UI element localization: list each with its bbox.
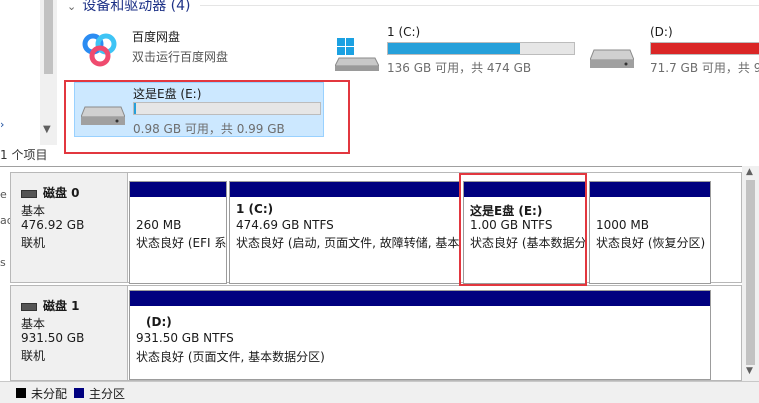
- legend-bar: 未分配 主分区: [0, 381, 759, 403]
- scroll-up-icon[interactable]: ▲: [746, 167, 753, 177]
- nav-scrollbar[interactable]: ▼: [40, 0, 57, 145]
- windows-drive-icon: [335, 38, 379, 71]
- partition-efi[interactable]: 260 MB 状态良好 (EFI 系: [129, 181, 227, 284]
- disk-status: 联机: [21, 349, 46, 363]
- drive-usage-fill: [388, 43, 521, 54]
- partition-c[interactable]: 1 (C:) 474.69 GB NTFS 状态良好 (启动, 页面文件, 故障…: [229, 181, 461, 284]
- hard-drive-icon: [590, 49, 634, 68]
- drive-c[interactable]: 1 (C:) 136 GB 可用，共 474 GB: [335, 22, 595, 77]
- nav-scrollbar-thumb[interactable]: [44, 0, 53, 74]
- partition-header: [230, 182, 460, 197]
- disk-scrollbar-thumb[interactable]: [746, 180, 755, 365]
- devices-section-header[interactable]: ⌄ 设备和驱动器 (4): [67, 0, 191, 15]
- disk-size: 476.92 GB: [21, 218, 85, 232]
- annotation-box-explorer: [64, 80, 350, 154]
- drive-baidu-netdisk[interactable]: 百度网盘 双击运行百度网盘: [80, 26, 310, 67]
- partition-size: 931.50 GB NTFS: [136, 331, 234, 345]
- drive-usage-fill: [651, 43, 759, 54]
- drive-usage-bar: [650, 42, 759, 55]
- baidu-netdisk-icon: [82, 33, 117, 67]
- partition-d[interactable]: (D:) 931.50 GB NTFS 状态良好 (页面文件, 基本数据分区): [129, 290, 711, 380]
- partition-size: 474.69 GB NTFS: [236, 218, 334, 232]
- section-title: 设备和驱动器 (4): [82, 0, 191, 14]
- scroll-down-icon[interactable]: ▼: [43, 124, 51, 135]
- side-panel-fragment: s: [0, 256, 6, 269]
- disk-title: 磁盘 1: [21, 297, 80, 314]
- legend-label-unallocated: 未分配: [31, 387, 68, 401]
- partition-status: 状态良好 (EFI 系: [136, 236, 227, 250]
- drive-name: 1 (C:): [387, 25, 421, 39]
- disk-title: 磁盘 0: [21, 184, 80, 201]
- legend-swatch-unallocated: [16, 388, 26, 398]
- disk-icon: [21, 302, 37, 311]
- legend-swatch-primary: [74, 388, 84, 398]
- partition-label: (D:): [146, 315, 172, 329]
- partition-status: 状态良好 (恢复分区): [596, 236, 706, 250]
- partition-status: 状态良好 (启动, 页面文件, 故障转储, 基本: [236, 236, 460, 250]
- scroll-down-icon[interactable]: ▼: [746, 366, 753, 376]
- annotation-box-partition: [459, 173, 587, 286]
- navigation-pane: [0, 0, 40, 166]
- partition-size: 260 MB: [136, 218, 182, 232]
- partition-label: 1 (C:): [236, 202, 274, 216]
- drive-subtitle: 136 GB 可用，共 474 GB: [387, 61, 532, 75]
- side-panel-fragment: e: [0, 188, 7, 201]
- disk-icon: [21, 189, 37, 198]
- disk-type: 基本: [21, 317, 46, 331]
- partition-size: 1000 MB: [596, 218, 649, 232]
- disk-scrollbar[interactable]: ▲ ▼: [742, 166, 759, 381]
- disk-row-0: 磁盘 0 基本 476.92 GB 联机 260 MB 状态良好 (EFI 系 …: [10, 172, 742, 284]
- item-count-status: 1 个项目: [0, 148, 48, 162]
- drive-d[interactable]: (D:) 71.7 GB 可用，共 93: [590, 22, 759, 77]
- drive-subtitle: 71.7 GB 可用，共 93: [650, 61, 759, 75]
- partition-recovery[interactable]: 1000 MB 状态良好 (恢复分区): [589, 181, 711, 284]
- partition-status: 状态良好 (页面文件, 基本数据分区): [136, 350, 325, 364]
- partition-header: [130, 182, 226, 197]
- drive-usage-bar: [387, 42, 575, 55]
- chevron-down-icon[interactable]: ⌄: [67, 0, 76, 13]
- disk-info-0[interactable]: 磁盘 0 基本 476.92 GB 联机: [11, 173, 128, 282]
- disk-row-1: 磁盘 1 基本 931.50 GB 联机 (D:) 931.50 GB NTFS…: [10, 285, 742, 381]
- disk-type: 基本: [21, 204, 46, 218]
- drive-name: 百度网盘: [132, 30, 181, 44]
- disk-size: 931.50 GB: [21, 331, 85, 345]
- disk-info-1[interactable]: 磁盘 1 基本 931.50 GB 联机: [11, 286, 128, 380]
- nav-pane-fragment: ›: [0, 118, 5, 131]
- disk-status: 联机: [21, 236, 46, 250]
- section-divider: [200, 5, 759, 6]
- drive-name: (D:): [650, 25, 673, 39]
- legend-label-primary: 主分区: [89, 387, 126, 401]
- partition-header: [130, 291, 710, 306]
- partition-header: [590, 182, 710, 197]
- drive-subtitle: 双击运行百度网盘: [132, 50, 229, 64]
